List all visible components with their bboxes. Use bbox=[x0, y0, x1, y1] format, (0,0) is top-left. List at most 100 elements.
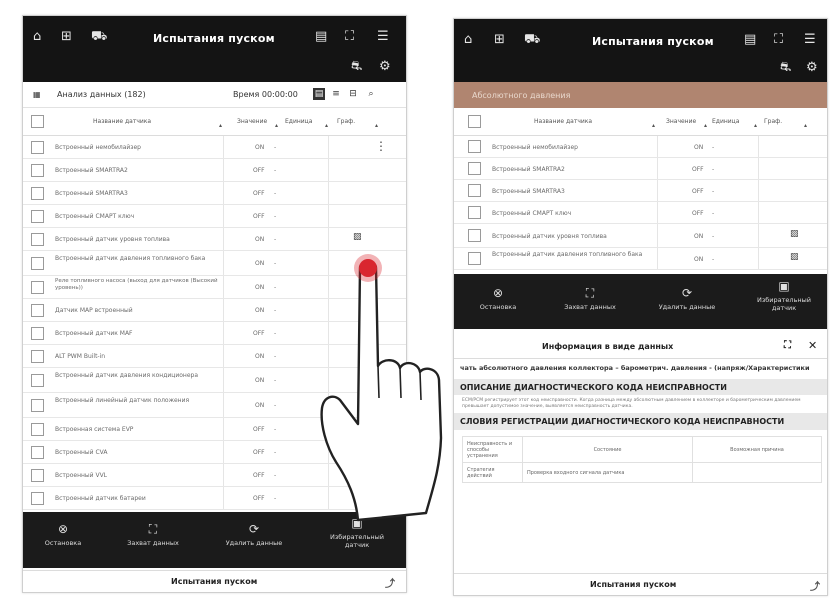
sort-icon[interactable]: ▴ bbox=[804, 122, 807, 129]
bottom-bar: Испытания пуском ⤴ bbox=[23, 570, 406, 592]
home-icon[interactable]: ⌂ bbox=[33, 30, 41, 44]
graph-icon[interactable]: ▨ bbox=[790, 252, 799, 262]
row-checkbox[interactable] bbox=[31, 187, 44, 200]
menu-icon[interactable]: ☰ bbox=[377, 30, 389, 44]
row-checkbox[interactable] bbox=[468, 229, 481, 242]
settings-icon[interactable]: ⚙ bbox=[379, 60, 391, 74]
close-icon[interactable]: ✕ bbox=[808, 339, 817, 352]
info-panel-title: Информация в виде данных bbox=[542, 342, 674, 351]
row-checkbox[interactable] bbox=[31, 141, 44, 154]
col-graph[interactable]: Граф. bbox=[764, 118, 782, 125]
row-checkbox[interactable] bbox=[468, 206, 481, 219]
row-checkbox[interactable] bbox=[31, 374, 44, 387]
row-checkbox[interactable] bbox=[468, 162, 481, 175]
expand-icon[interactable]: ⛶ bbox=[784, 340, 791, 351]
capture-button[interactable]: ⛶ Захват данных bbox=[123, 522, 183, 547]
settings-icon[interactable]: ⚙ bbox=[806, 61, 818, 75]
table-row[interactable]: Встроенный датчик давления топливного ба… bbox=[454, 248, 827, 270]
row-checkbox[interactable] bbox=[31, 233, 44, 246]
table-row[interactable]: Встроенный немобилайзер ON - ⋮ bbox=[23, 136, 406, 159]
table-row[interactable]: Встроенный СМАРТ ключ OFF - bbox=[454, 202, 827, 224]
pin-icon[interactable]: ⤴ bbox=[385, 575, 395, 590]
table-row[interactable]: Встроенный SMARTRA2 OFF - bbox=[23, 159, 406, 182]
screenshot-icon[interactable]: ⛶ bbox=[345, 30, 354, 44]
sort-icon[interactable]: ▴ bbox=[652, 122, 655, 129]
conditions-table: Неисправность и способы устранения Состо… bbox=[462, 436, 822, 483]
row-checkbox[interactable] bbox=[468, 140, 481, 153]
sort-icon[interactable]: ▴ bbox=[704, 122, 707, 129]
list-view-button[interactable]: ≡ bbox=[330, 88, 342, 100]
info-panel-body: чать абсолютного давления коллектора – б… bbox=[454, 362, 827, 483]
graph-view-button[interactable]: ⊟ bbox=[347, 88, 359, 100]
top-bar: ⌂ ⊞ ⛟ Испытания пуском ▤ ⛶ ☰ ⛐ ⚙ bbox=[23, 16, 406, 82]
row-checkbox[interactable] bbox=[31, 257, 44, 270]
row-checkbox[interactable] bbox=[31, 327, 44, 340]
row-checkbox[interactable] bbox=[31, 210, 44, 223]
select-all-checkbox[interactable] bbox=[31, 115, 44, 128]
table-row[interactable]: Встроенный датчик уровня топлива ON - ▨ bbox=[454, 224, 827, 248]
col-name[interactable]: Название датчика bbox=[534, 118, 592, 125]
row-checkbox[interactable] bbox=[468, 184, 481, 197]
print-icon[interactable]: ▤ bbox=[315, 30, 327, 44]
col-name[interactable]: Название датчика bbox=[93, 118, 151, 125]
selected-sensor-bar: Абсолютного давления bbox=[454, 82, 827, 108]
select-all-checkbox[interactable] bbox=[468, 115, 481, 128]
grid-view-button[interactable]: ▤ bbox=[313, 88, 325, 100]
row-checkbox[interactable] bbox=[31, 304, 44, 317]
delete-data-button[interactable]: ⟳ Удалить данные bbox=[219, 522, 289, 547]
col-graph[interactable]: Граф. bbox=[337, 118, 355, 125]
home-icon[interactable]: ⌂ bbox=[464, 33, 472, 47]
sort-icon[interactable]: ▴ bbox=[375, 122, 378, 129]
row-checkbox[interactable] bbox=[468, 252, 481, 265]
stop-button[interactable]: ⊗ Остановка bbox=[468, 286, 528, 311]
row-checkbox[interactable] bbox=[31, 164, 44, 177]
table-row[interactable]: Встроенный SMARTRA2 OFF - bbox=[454, 158, 827, 180]
vci-icon[interactable]: ⊞ bbox=[494, 33, 505, 47]
sort-icon[interactable]: ▴ bbox=[219, 122, 222, 129]
data-toolbar: ▦ Анализ данных (182) Время 00:00:00 ▤ ≡… bbox=[23, 82, 406, 108]
row-checkbox[interactable] bbox=[31, 281, 44, 294]
row-checkbox[interactable] bbox=[31, 469, 44, 482]
delete-data-button[interactable]: ⟳ Удалить данные bbox=[652, 286, 722, 311]
col-unit[interactable]: Единица bbox=[712, 118, 739, 125]
table-row[interactable]: Встроенный СМАРТ ключ OFF - bbox=[23, 205, 406, 228]
row-checkbox[interactable] bbox=[31, 492, 44, 505]
row-checkbox[interactable] bbox=[31, 350, 44, 363]
car-icon[interactable]: ⛟ bbox=[91, 30, 107, 44]
col-unit[interactable]: Единица bbox=[285, 118, 312, 125]
screenshot-icon[interactable]: ⛶ bbox=[774, 33, 783, 47]
search-icon[interactable]: ⌕ bbox=[365, 88, 377, 100]
sort-icon[interactable]: ▴ bbox=[754, 122, 757, 129]
bottom-title: Испытания пуском bbox=[171, 577, 258, 586]
vci-icon[interactable]: ⊞ bbox=[61, 30, 72, 44]
stop-icon: ⊗ bbox=[57, 522, 69, 536]
car-icon[interactable]: ⛟ bbox=[524, 33, 540, 47]
selective-sensor-button[interactable]: ▣ Избирательный датчик bbox=[746, 279, 822, 312]
graph-icon[interactable]: ▨ bbox=[790, 229, 799, 239]
col-value[interactable]: Значение bbox=[237, 118, 267, 125]
row-checkbox[interactable] bbox=[31, 446, 44, 459]
row-checkbox[interactable] bbox=[31, 399, 44, 412]
graph-icon[interactable]: ▨ bbox=[353, 232, 362, 242]
bottom-bar: Испытания пуском ⤴ bbox=[454, 573, 827, 595]
refresh-icon: ⟳ bbox=[681, 286, 693, 300]
row-checkbox[interactable] bbox=[31, 423, 44, 436]
car-report-icon[interactable]: ⛐ bbox=[780, 61, 791, 75]
table-row[interactable]: Встроенный SMARTRA3 OFF - bbox=[23, 182, 406, 205]
tap-gesture-hand-icon bbox=[320, 254, 443, 522]
table-row[interactable]: Встроенный немобилайзер ON - bbox=[454, 136, 827, 158]
sort-icon[interactable]: ▴ bbox=[325, 122, 328, 129]
capture-button[interactable]: ⛶ Захват данных bbox=[560, 286, 620, 311]
menu-icon[interactable]: ☰ bbox=[804, 33, 816, 47]
info-panel-header: Информация в виде данных ⛶ ✕ bbox=[454, 335, 827, 359]
col-value[interactable]: Значение bbox=[666, 118, 696, 125]
stop-button[interactable]: ⊗ Остановка bbox=[33, 522, 93, 547]
right-screen: ⌂ ⊞ ⛟ Испытания пуском ▤ ⛶ ☰ ⛐ ⚙ Абсолют… bbox=[453, 18, 828, 596]
car-report-icon[interactable]: ⛐ bbox=[351, 60, 362, 74]
sort-icon[interactable]: ▴ bbox=[275, 122, 278, 129]
print-icon[interactable]: ▤ bbox=[744, 33, 756, 47]
scroll-indicator: ⋮ bbox=[375, 139, 387, 153]
pin-icon[interactable]: ⤴ bbox=[810, 578, 820, 593]
table-row[interactable]: Встроенный SMARTRA3 OFF - bbox=[454, 180, 827, 202]
sensor-table: Встроенный немобилайзер ON - Встроенный SM… bbox=[454, 136, 827, 270]
